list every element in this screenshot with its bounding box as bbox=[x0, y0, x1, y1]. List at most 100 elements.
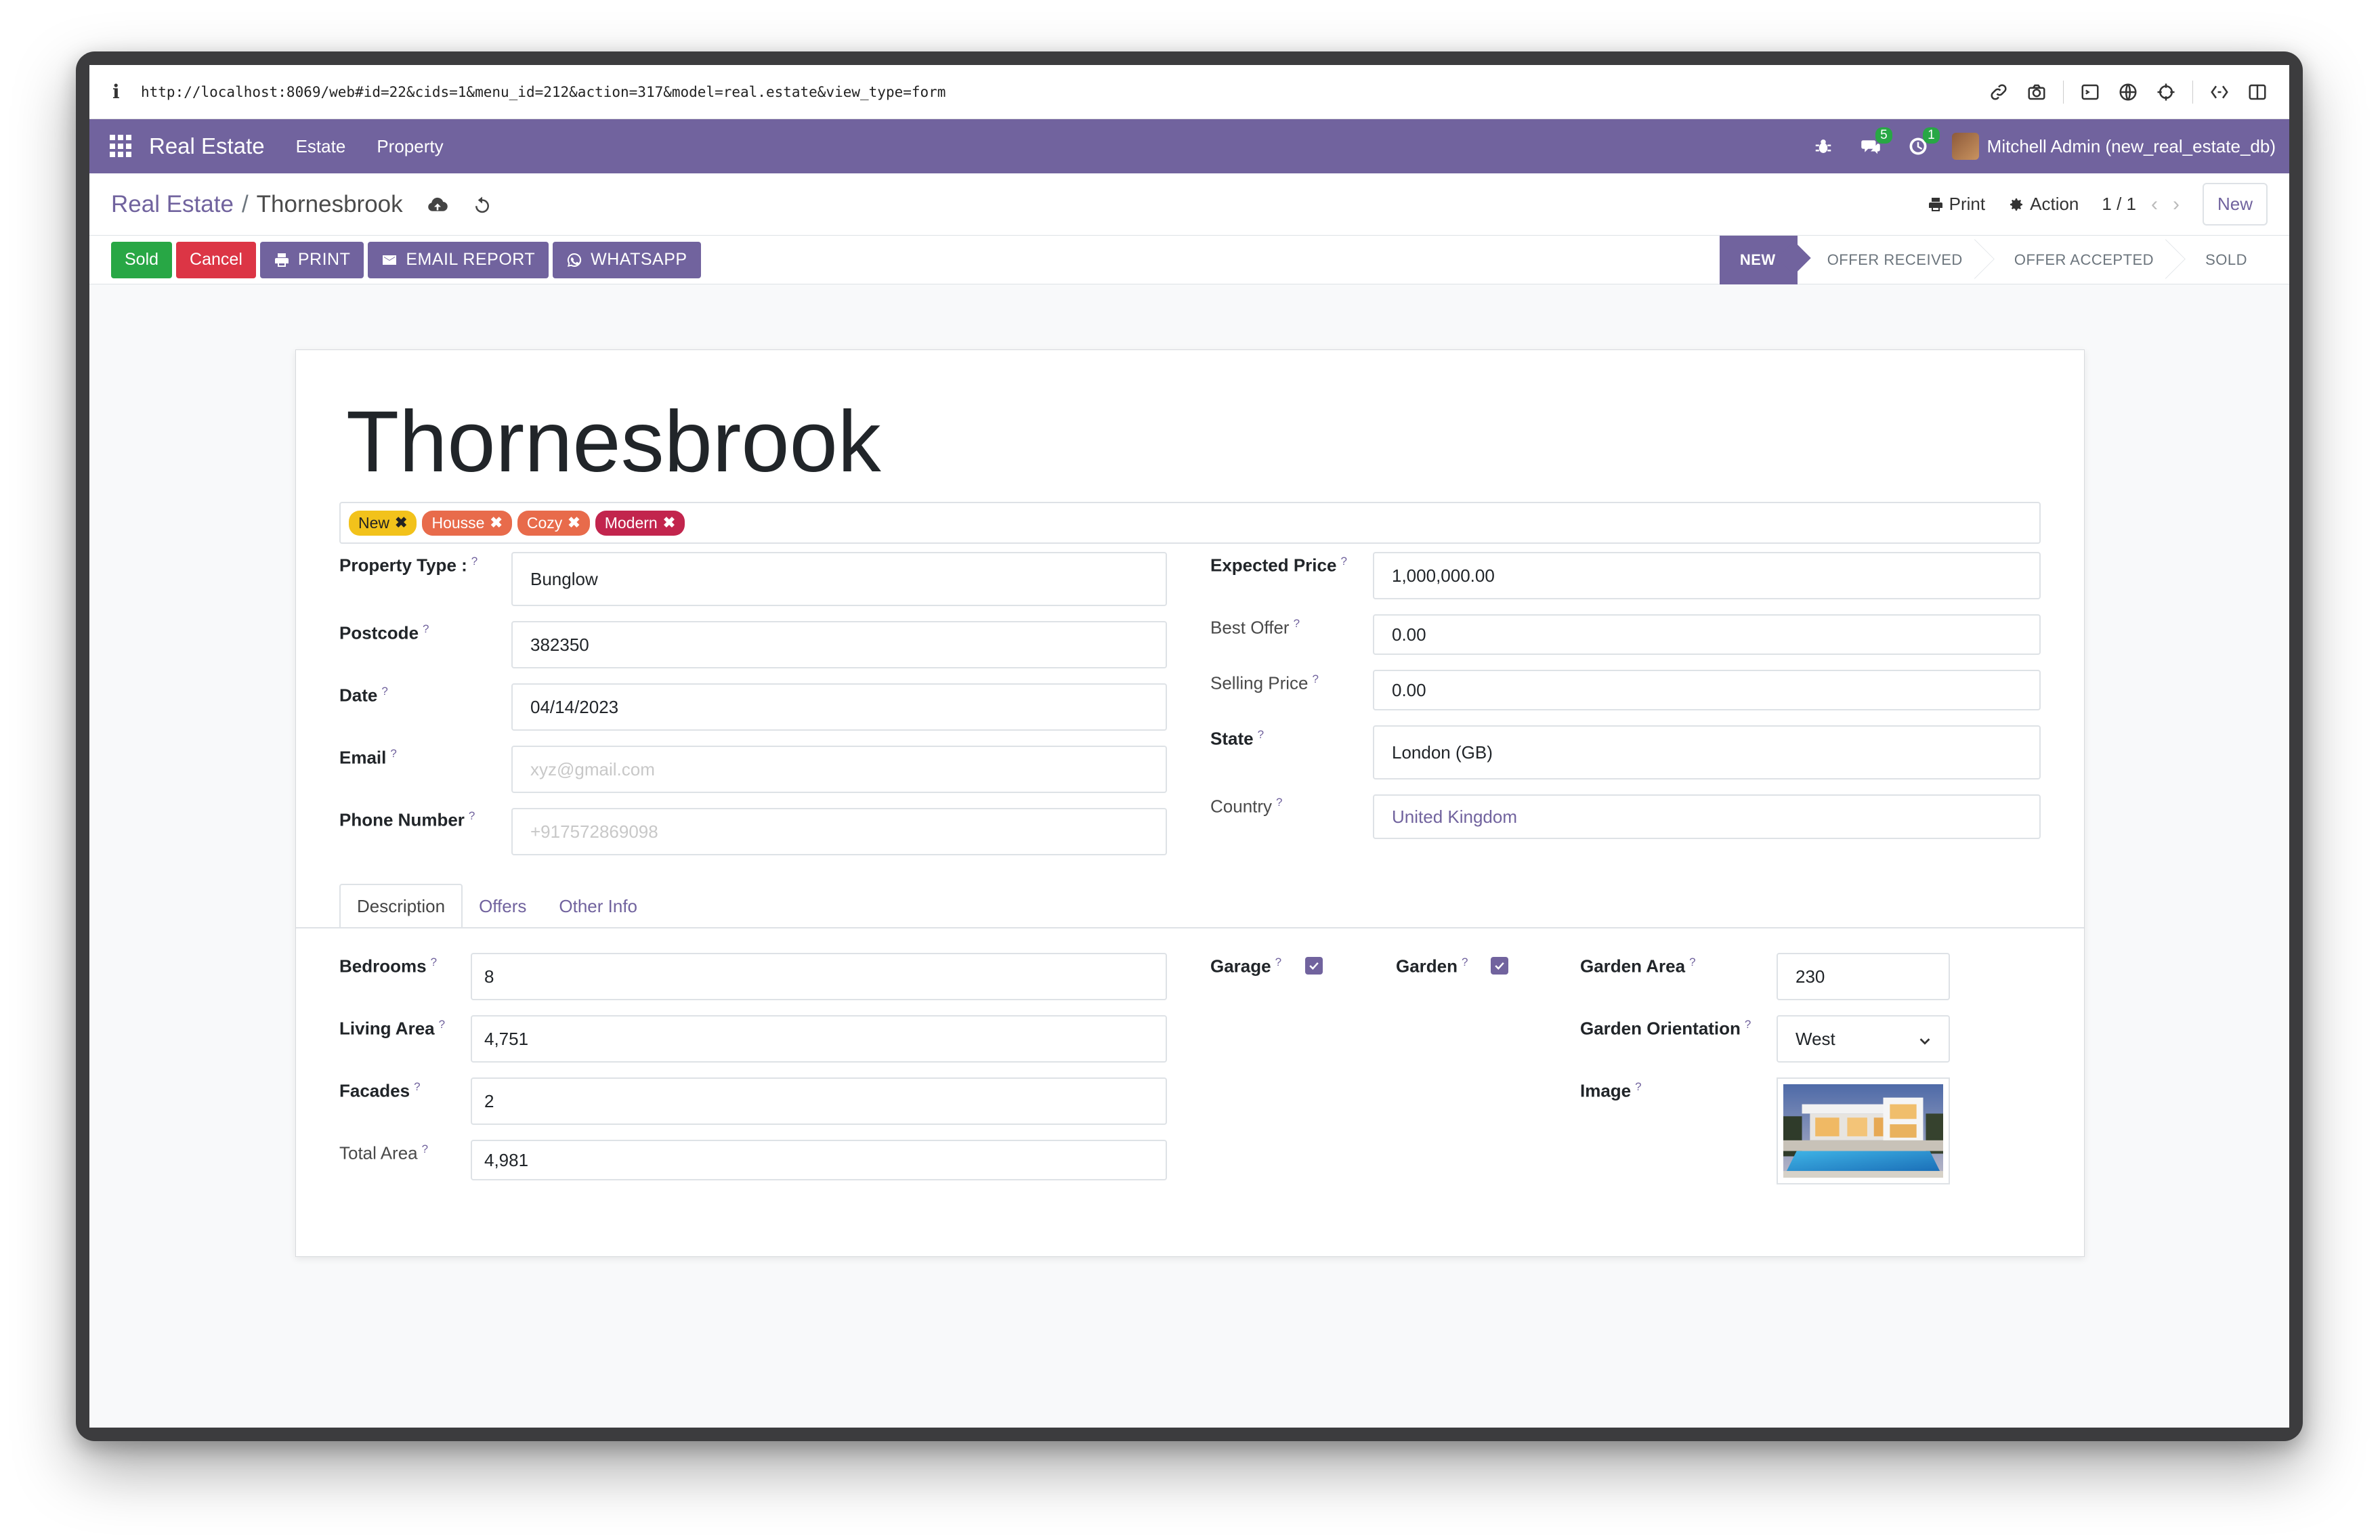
main-navbar: Real Estate Estate Property 5 1 Mitchell… bbox=[89, 119, 2289, 173]
help-icon[interactable]: ? bbox=[1276, 796, 1282, 809]
pager-previous-icon[interactable]: ‹ bbox=[2151, 193, 2158, 216]
country-field[interactable]: United Kingdom bbox=[1373, 794, 2041, 839]
url-text[interactable]: http://localhost:8069/web#id=22&cids=1&m… bbox=[141, 84, 1987, 100]
camera-icon[interactable] bbox=[2025, 81, 2048, 104]
debug-bug-icon[interactable] bbox=[1810, 133, 1837, 160]
messages-icon[interactable]: 5 bbox=[1857, 127, 1892, 160]
help-icon[interactable]: ? bbox=[1275, 956, 1281, 968]
facades-field[interactable]: 2 bbox=[471, 1077, 1167, 1125]
tag-chip: Cozy ✖ bbox=[517, 510, 590, 536]
help-icon[interactable]: ? bbox=[381, 685, 387, 698]
menu-property[interactable]: Property bbox=[377, 136, 443, 157]
help-icon[interactable]: ? bbox=[1294, 617, 1300, 630]
help-icon[interactable]: ? bbox=[414, 1080, 420, 1093]
crosshair-icon[interactable] bbox=[2154, 81, 2177, 104]
app-brand[interactable]: Real Estate bbox=[149, 133, 265, 159]
gear-icon bbox=[2010, 198, 2023, 211]
property-photo bbox=[1783, 1084, 1943, 1178]
globe-icon[interactable] bbox=[2117, 81, 2140, 104]
phone-number-field[interactable]: +917572869098 bbox=[511, 808, 1167, 855]
pager-value[interactable]: 1 / 1 bbox=[2102, 194, 2136, 215]
help-icon[interactable]: ? bbox=[469, 809, 475, 822]
site-info-icon[interactable]: i bbox=[112, 81, 141, 103]
help-icon[interactable]: ? bbox=[1313, 672, 1319, 685]
garden-orientation-label: Garden Orientation? bbox=[1580, 1018, 1751, 1039]
property-type-field[interactable]: Bunglow bbox=[511, 552, 1167, 606]
help-icon[interactable]: ? bbox=[423, 622, 429, 635]
postcode-label: Postcode? bbox=[339, 622, 429, 643]
whatsapp-label: WHATSAPP bbox=[591, 250, 687, 269]
cancel-button[interactable]: Cancel bbox=[176, 241, 256, 278]
state-field[interactable]: London (GB) bbox=[1373, 725, 2041, 779]
extension-icon[interactable] bbox=[2208, 81, 2231, 104]
help-icon[interactable]: ? bbox=[1462, 956, 1468, 968]
help-icon[interactable]: ? bbox=[1340, 555, 1346, 568]
app-menu-icon[interactable] bbox=[110, 135, 133, 158]
tab-description[interactable]: Description bbox=[339, 884, 463, 928]
print-button[interactable]: PRINT bbox=[259, 241, 364, 278]
sold-button[interactable]: Sold bbox=[111, 241, 173, 278]
user-menu[interactable]: Mitchell Admin (new_real_estate_db) bbox=[1951, 133, 2276, 160]
menu-estate[interactable]: Estate bbox=[296, 136, 346, 157]
living-area-field[interactable]: 4,751 bbox=[471, 1015, 1167, 1063]
new-record-button[interactable]: New bbox=[2202, 183, 2268, 226]
tag-label: Modern bbox=[604, 513, 658, 532]
help-icon[interactable]: ? bbox=[1745, 1018, 1751, 1031]
garden-area-field[interactable]: 230 bbox=[1777, 953, 1950, 1000]
help-icon[interactable]: ? bbox=[431, 956, 437, 968]
print-menu-button[interactable]: Print bbox=[1928, 194, 1985, 215]
whatsapp-icon bbox=[568, 253, 582, 267]
activity-clock-icon[interactable]: 1 bbox=[1905, 127, 1940, 160]
tab-offers[interactable]: Offers bbox=[463, 884, 543, 928]
help-icon[interactable]: ? bbox=[422, 1142, 428, 1155]
whatsapp-button[interactable]: WHATSAPP bbox=[553, 241, 701, 278]
garden-orientation-select[interactable]: West bbox=[1777, 1015, 1950, 1063]
browser-viewport: i http://localhost:8069/web#id=22&cids=1… bbox=[89, 65, 2289, 1428]
date-field[interactable]: 04/14/2023 bbox=[511, 683, 1167, 731]
expected-price-field[interactable]: 1,000,000.00 bbox=[1373, 552, 2041, 599]
facades-label: Facades? bbox=[339, 1080, 421, 1101]
action-menu-button[interactable]: Action bbox=[2008, 194, 2079, 215]
stage-sold[interactable]: SOLD bbox=[2175, 236, 2269, 284]
stage-offer-accepted[interactable]: OFFER ACCEPTED bbox=[1984, 236, 2175, 284]
help-icon[interactable]: ? bbox=[439, 1018, 445, 1031]
terminal-icon[interactable] bbox=[2079, 81, 2102, 104]
garage-checkbox[interactable] bbox=[1305, 957, 1323, 975]
expected-price-label: Expected Price? bbox=[1210, 555, 1347, 576]
form-statusbar: Sold Cancel PRINT EMAIL REPORT WHATSAPP … bbox=[89, 236, 2289, 284]
selling-price-label: Selling Price? bbox=[1210, 672, 1319, 693]
tag-chip: New ✖ bbox=[349, 510, 417, 536]
discard-undo-icon[interactable] bbox=[472, 194, 492, 215]
activities-count-badge: 1 bbox=[1923, 127, 1940, 144]
stage-new[interactable]: NEW bbox=[1719, 236, 1798, 284]
stage-offer-received[interactable]: OFFER RECEIVED bbox=[1798, 236, 1984, 284]
postcode-field[interactable]: 382350 bbox=[511, 621, 1167, 668]
property-image-field[interactable] bbox=[1777, 1077, 1950, 1184]
remove-tag-icon[interactable]: ✖ bbox=[568, 514, 580, 532]
help-icon[interactable]: ? bbox=[1635, 1080, 1641, 1093]
email-field[interactable]: xyz@gmail.com bbox=[511, 746, 1167, 793]
tab-other-info[interactable]: Other Info bbox=[543, 884, 654, 928]
help-icon[interactable]: ? bbox=[1689, 956, 1695, 968]
help-icon[interactable]: ? bbox=[390, 747, 396, 760]
garden-checkbox[interactable] bbox=[1491, 957, 1508, 975]
breadcrumb-root[interactable]: Real Estate bbox=[111, 191, 234, 218]
sidebar-toggle-icon[interactable] bbox=[2246, 81, 2269, 104]
selling-price-field: 0.00 bbox=[1373, 670, 2041, 710]
help-icon[interactable]: ? bbox=[471, 555, 477, 568]
save-cloud-icon[interactable] bbox=[427, 194, 448, 215]
email-report-button[interactable]: EMAIL REPORT bbox=[368, 241, 549, 278]
remove-tag-icon[interactable]: ✖ bbox=[395, 514, 407, 532]
control-actions: Print Action 1 / 1 ‹ › New bbox=[1928, 183, 2268, 226]
bedrooms-field[interactable]: 8 bbox=[471, 953, 1167, 1000]
remove-tag-icon[interactable]: ✖ bbox=[490, 514, 502, 532]
tags-field[interactable]: New ✖ Housse ✖ Cozy ✖ Modern ✖ bbox=[339, 502, 2041, 544]
remove-tag-icon[interactable]: ✖ bbox=[663, 514, 675, 532]
link-icon[interactable] bbox=[1987, 81, 2010, 104]
pager-next-icon[interactable]: › bbox=[2173, 193, 2180, 216]
image-label: Image? bbox=[1580, 1080, 1642, 1101]
help-icon[interactable]: ? bbox=[1258, 728, 1264, 741]
toolbar-divider bbox=[2192, 80, 2193, 104]
best-offer-field: 0.00 bbox=[1373, 614, 2041, 655]
property-name[interactable]: Thornesbrook bbox=[346, 392, 881, 492]
